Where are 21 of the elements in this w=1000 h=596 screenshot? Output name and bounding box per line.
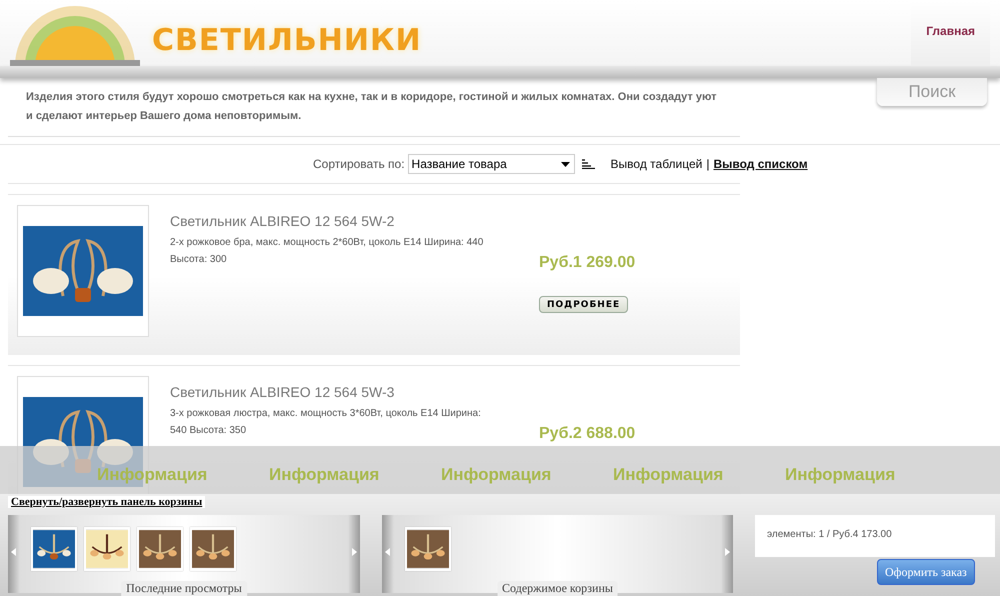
checkout-button[interactable]: Оформить заказ	[877, 559, 975, 585]
dropdown-arrow-icon	[560, 162, 570, 166]
cart-summary: элементы: 1 / Руб.4 173.00	[755, 515, 995, 557]
product-price: Руб.2 688.00	[539, 425, 636, 443]
view-mode-link[interactable]: Вывод таблицей	[610, 157, 702, 171]
product-title[interactable]: Светильник ALBIREO 12 564 5W-2	[170, 213, 500, 229]
search-button[interactable]: Поиск	[877, 78, 987, 106]
view-mode-link[interactable]: Вывод списком	[713, 157, 808, 171]
product-title[interactable]: Светильник ALBIREO 12 564 5W-3	[170, 384, 500, 400]
sort-order-icon[interactable]	[582, 159, 595, 169]
panel-title: Последние просмотры	[121, 581, 247, 596]
product-description: 3-х рожковая люстра, макс. мощность 3*60Вт, цоколь E14 Ширина: 540 Высота: 350	[170, 407, 482, 438]
category-description: Изделия этого стиля будут хорошо смотреться как на кухне, так и в коридоре, гостиной и жилых комнатах. Они создадут уют и сделают интерьер Вашего дома неповторимым.	[8, 78, 740, 137]
separator: |	[706, 157, 710, 171]
cart-panel-toggle[interactable]: Свернуть/развернуть панель корзины	[8, 496, 206, 508]
product-price: Руб.1 269.00	[539, 254, 636, 272]
panel-title: Содержимое корзины	[497, 581, 618, 596]
sort-dropdown[interactable]: Название товара	[408, 154, 575, 174]
sort-label: Сортировать по:	[313, 157, 405, 171]
details-button[interactable]: ПОДРОБНЕЕ	[539, 296, 628, 313]
product-description: 2-х рожковое бра, макс. мощность 2*60Вт, цоколь E14 Ширина: 440 Высота: 300	[170, 236, 484, 267]
